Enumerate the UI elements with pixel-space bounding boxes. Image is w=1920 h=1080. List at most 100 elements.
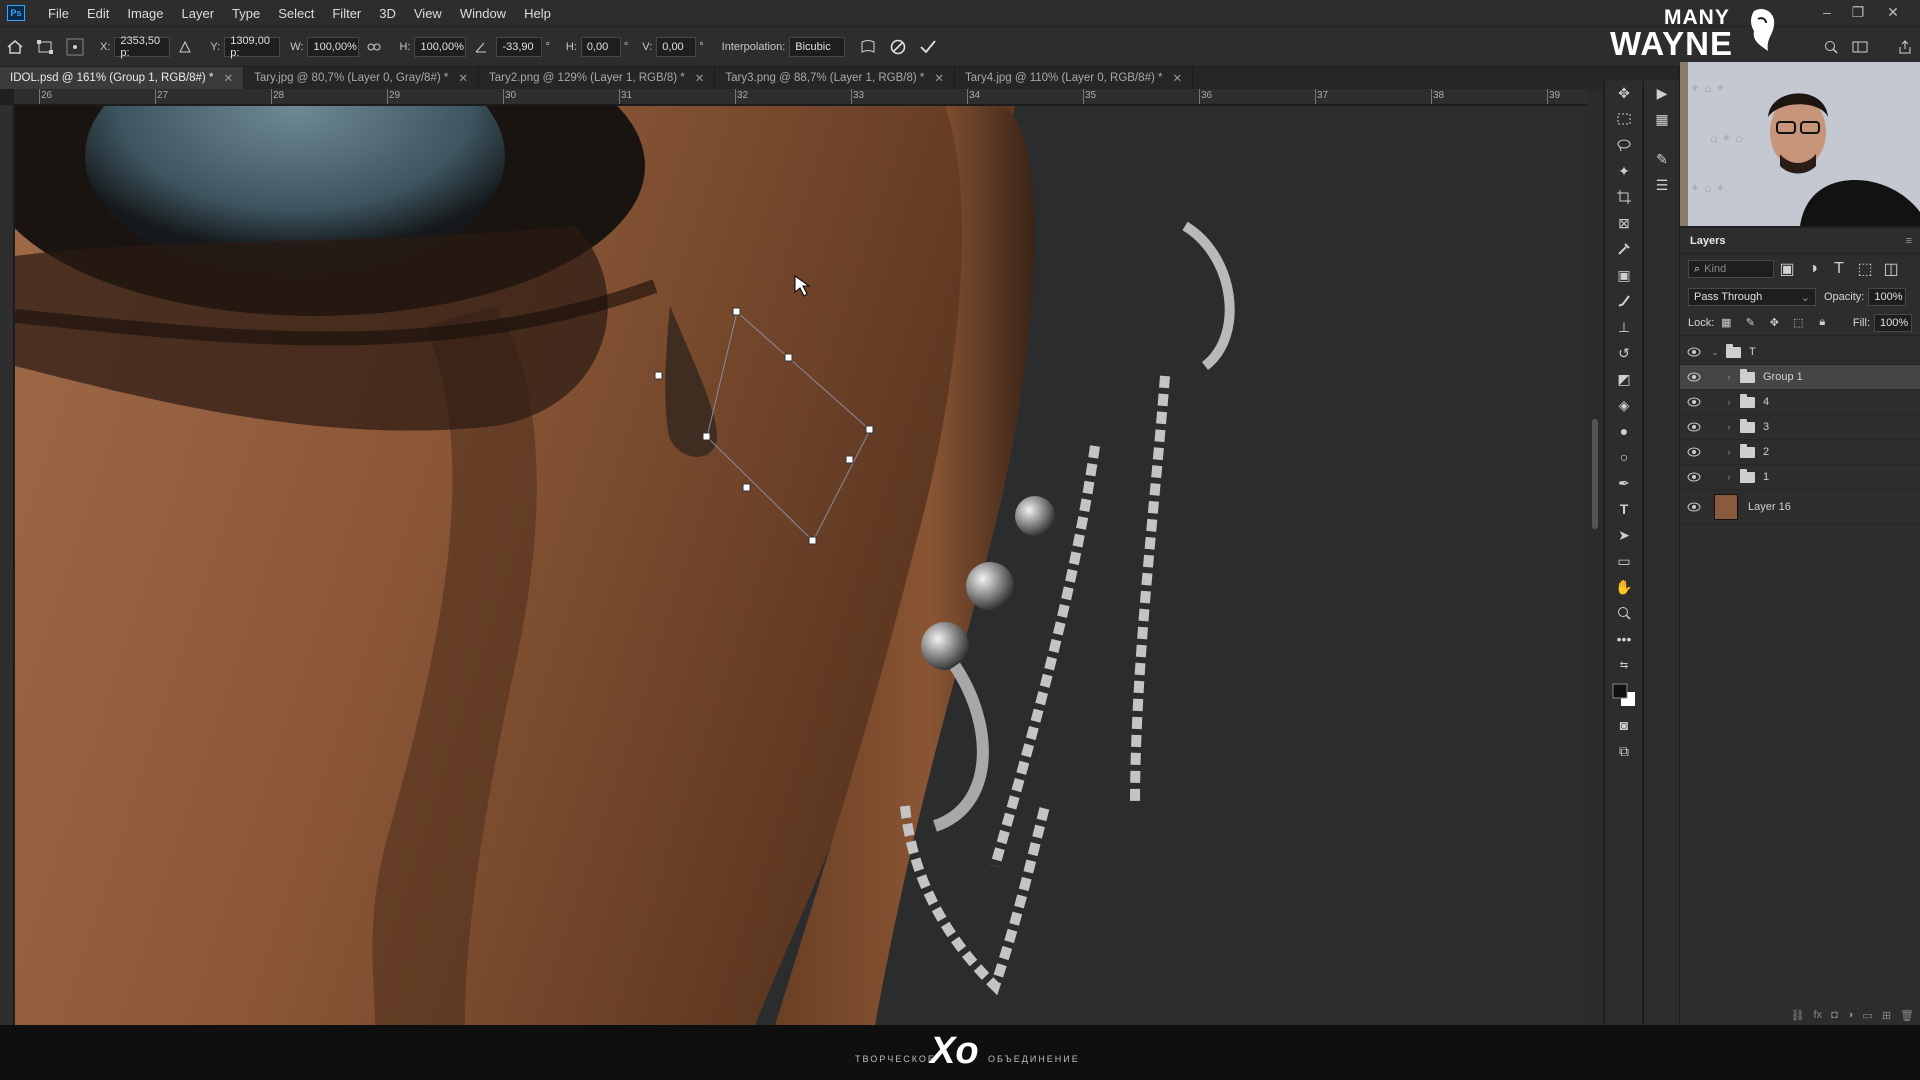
layer-name[interactable]: T	[1749, 346, 1756, 358]
expand-chevron-icon[interactable]: ⌄	[1708, 347, 1722, 358]
expand-chevron-icon[interactable]: ›	[1722, 372, 1736, 382]
layer-name[interactable]: 1	[1763, 471, 1769, 483]
layer-name[interactable]: Group 1	[1763, 371, 1803, 383]
pen-tool-icon[interactable]: ✒	[1605, 470, 1643, 496]
visibility-eye-icon[interactable]	[1680, 447, 1708, 457]
blur-tool-icon[interactable]: ●	[1605, 418, 1643, 444]
cancel-transform-icon[interactable]	[887, 36, 909, 58]
menu-view[interactable]: View	[405, 6, 451, 21]
filter-adjustment-icon[interactable]: ◑	[1802, 258, 1824, 280]
tab-tary2[interactable]: Tary2.png @ 129% (Layer 1, RGB/8) * ✕	[479, 67, 716, 89]
more-tools-icon[interactable]: •••	[1605, 626, 1643, 652]
interpolation-select[interactable]: Bicubic	[789, 36, 846, 57]
tab-tary[interactable]: Tary.jpg @ 80,7% (Layer 0, Gray/8#) * ✕	[244, 67, 479, 89]
lock-position-icon[interactable]: ✥	[1763, 312, 1785, 334]
close-window-icon[interactable]: ✕	[1878, 0, 1908, 24]
horizontal-skew-field[interactable]: 0,00	[580, 36, 621, 57]
menu-edit[interactable]: Edit	[78, 6, 118, 21]
fill-field[interactable]: 100%	[1874, 313, 1912, 332]
layer-name[interactable]: 3	[1763, 421, 1769, 433]
close-tab-icon[interactable]: ✕	[1172, 71, 1182, 85]
visibility-eye-icon[interactable]	[1680, 422, 1708, 432]
layer-row-group[interactable]: › 1	[1680, 465, 1920, 490]
close-tab-icon[interactable]: ✕	[458, 71, 468, 85]
blend-mode-select[interactable]: Pass Through ⌄	[1688, 288, 1816, 306]
screen-mode-icon[interactable]: ⧉	[1605, 738, 1643, 764]
swap-colors-icon[interactable]: ⇆	[1605, 652, 1643, 678]
lock-all-icon[interactable]: 🔒︎	[1811, 312, 1833, 334]
vertical-scrollbar[interactable]	[1587, 89, 1603, 1025]
close-tab-icon[interactable]: ✕	[223, 71, 233, 85]
clone-stamp-icon[interactable]: ⊥	[1605, 314, 1643, 340]
expand-chevron-icon[interactable]: ›	[1722, 397, 1736, 407]
link-aspect-icon[interactable]	[363, 36, 385, 58]
paint-bucket-icon[interactable]: ◈	[1605, 392, 1643, 418]
restore-icon[interactable]: ❐	[1843, 0, 1873, 24]
workspace-icon[interactable]	[1849, 36, 1871, 58]
add-mask-icon[interactable]: ◘	[1831, 1009, 1838, 1021]
layers-panel-title[interactable]: Layers	[1690, 235, 1725, 247]
marquee-tool-icon[interactable]	[1605, 106, 1643, 132]
close-tab-icon[interactable]: ✕	[695, 71, 705, 85]
rectangle-tool-icon[interactable]: ▭	[1605, 548, 1643, 574]
layer-row-group[interactable]: › Group 1	[1680, 365, 1920, 390]
layer-row-group[interactable]: › 4	[1680, 390, 1920, 415]
visibility-eye-icon[interactable]	[1680, 347, 1708, 357]
adjustments-icon[interactable]: ☰	[1644, 172, 1680, 198]
eraser-icon[interactable]: ◩	[1605, 366, 1643, 392]
rotation-angle-field[interactable]: -33,90	[496, 36, 543, 57]
y-position-field[interactable]: 1309,00 p:	[224, 35, 281, 59]
menu-select[interactable]: Select	[269, 6, 323, 21]
minimize-icon[interactable]: –	[1812, 0, 1842, 24]
visibility-eye-icon[interactable]	[1680, 397, 1708, 407]
tab-idol[interactable]: IDOL.psd @ 161% (Group 1, RGB/8#) * ✕	[0, 67, 245, 89]
vertical-ruler[interactable]	[0, 105, 14, 1025]
filter-smart-object-icon[interactable]: ◫	[1880, 258, 1902, 280]
expand-chevron-icon[interactable]: ›	[1722, 422, 1736, 432]
menu-help[interactable]: Help	[515, 6, 560, 21]
visibility-eye-icon[interactable]	[1680, 502, 1708, 512]
lock-artboard-icon[interactable]: ⬚	[1787, 312, 1809, 334]
visibility-eye-icon[interactable]	[1680, 372, 1708, 382]
menu-type[interactable]: Type	[223, 6, 269, 21]
vertical-skew-field[interactable]: 0,00	[656, 36, 697, 57]
relative-position-icon[interactable]	[174, 36, 196, 58]
menu-layer[interactable]: Layer	[173, 6, 224, 21]
link-layers-icon[interactable]: ⛓	[1791, 1009, 1805, 1022]
fx-icon[interactable]: fx	[1814, 1009, 1823, 1021]
horizontal-ruler[interactable]: 26 27 28 29 30 31 32 33 34 35 36 37 38 3…	[14, 89, 1587, 105]
play-actions-icon[interactable]: ▶	[1644, 80, 1680, 106]
lasso-tool-icon[interactable]	[1605, 132, 1643, 158]
path-selection-icon[interactable]: ➤	[1605, 522, 1643, 548]
layer-name[interactable]: 4	[1763, 396, 1769, 408]
properties-panel-icon[interactable]: ▦	[1644, 106, 1680, 132]
close-tab-icon[interactable]: ✕	[934, 71, 944, 85]
history-brush-icon[interactable]: ↺	[1605, 340, 1643, 366]
layer-row-group[interactable]: › 3	[1680, 415, 1920, 440]
layer-name[interactable]: 2	[1763, 446, 1769, 458]
layer-row-group[interactable]: ⌄ T	[1680, 340, 1920, 365]
panel-menu-icon[interactable]: ≡	[1906, 235, 1912, 247]
layer-row-image[interactable]: Layer 16	[1680, 490, 1920, 524]
warp-mode-icon[interactable]	[857, 36, 879, 58]
home-icon[interactable]	[4, 36, 26, 58]
share-icon[interactable]	[1894, 36, 1916, 58]
scroll-thumb[interactable]	[1592, 419, 1598, 529]
height-field[interactable]: 100,00%	[414, 36, 467, 57]
document-canvas[interactable]	[15, 106, 1587, 1025]
layer-name[interactable]: Layer 16	[1748, 501, 1791, 513]
lock-transparent-icon[interactable]: ▦	[1715, 312, 1737, 334]
crop-tool-icon[interactable]	[1605, 184, 1643, 210]
x-position-field[interactable]: 2353,50 p:	[114, 35, 171, 59]
menu-filter[interactable]: Filter	[323, 6, 370, 21]
commit-transform-icon[interactable]	[917, 36, 939, 58]
frame-tool-icon[interactable]: ⊠	[1605, 210, 1643, 236]
menu-image[interactable]: Image	[118, 6, 172, 21]
tab-tary4[interactable]: Tary4.jpg @ 110% (Layer 0, RGB/8#) * ✕	[955, 67, 1194, 89]
visibility-eye-icon[interactable]	[1680, 472, 1708, 482]
healing-brush-icon[interactable]: ▣	[1605, 262, 1643, 288]
expand-chevron-icon[interactable]: ›	[1722, 447, 1736, 457]
adjustment-layer-icon[interactable]: ◑	[1847, 1009, 1854, 1021]
quick-mask-icon[interactable]: ◙	[1605, 712, 1643, 738]
hand-tool-icon[interactable]: ✋	[1605, 574, 1643, 600]
